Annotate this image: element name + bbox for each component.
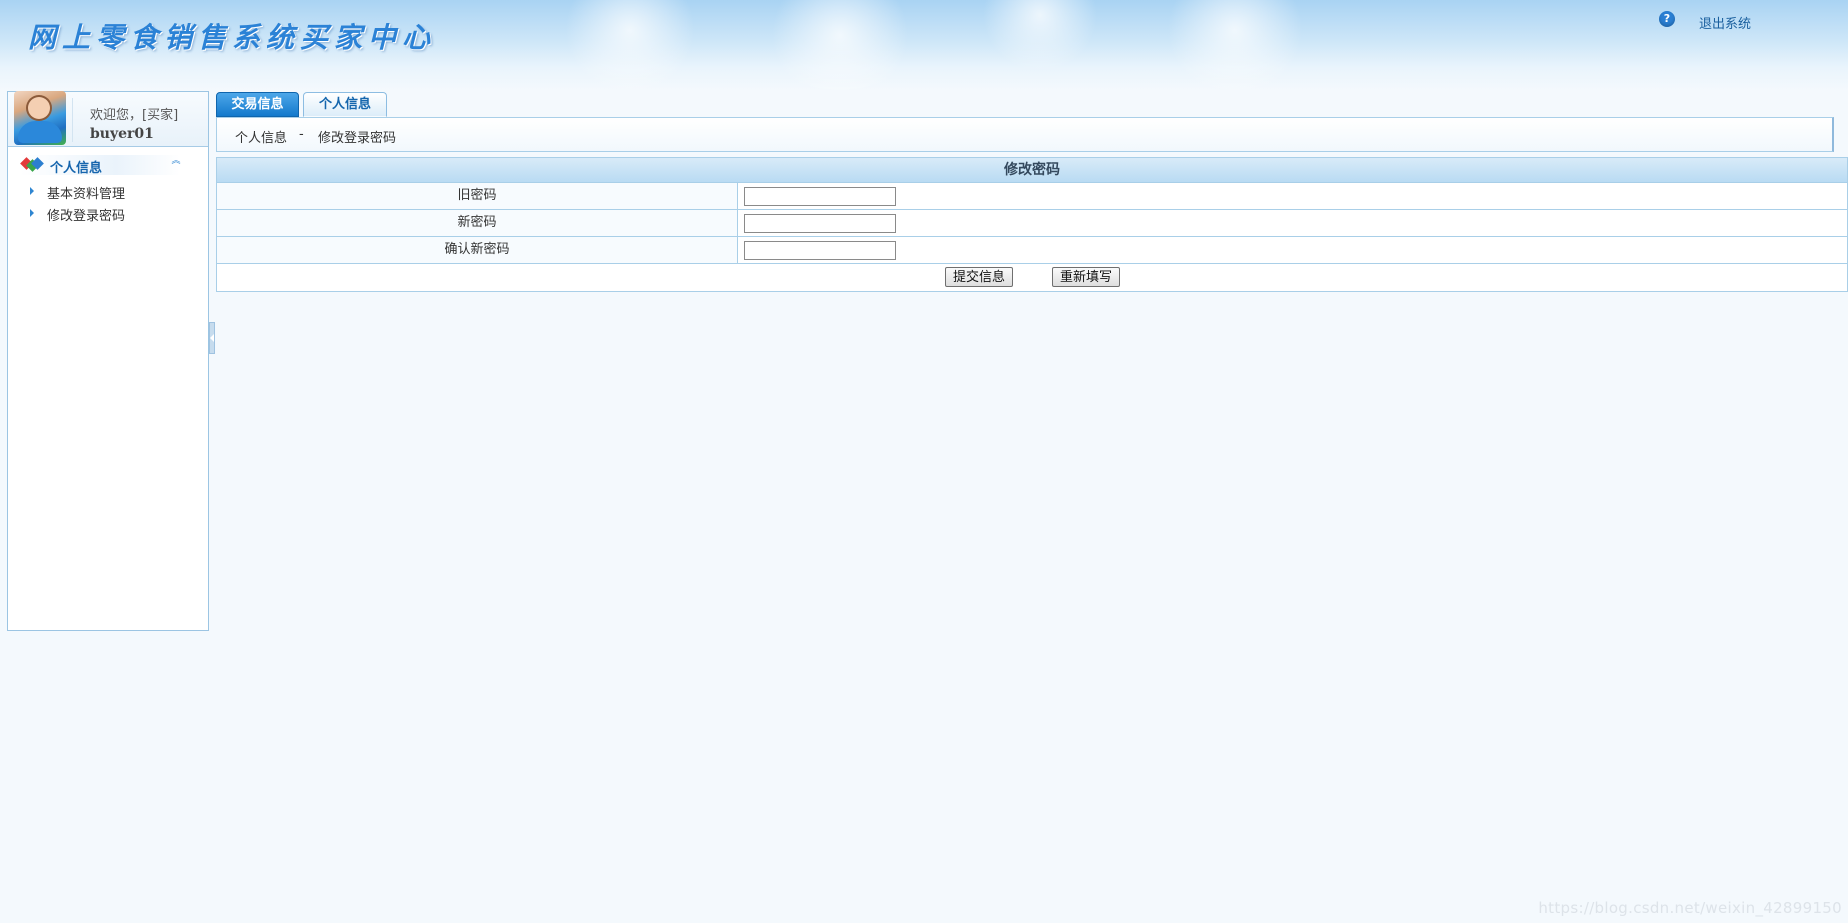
avatar	[14, 91, 66, 145]
form-row-new-password: 新密码	[217, 210, 1847, 237]
confirm-password-input[interactable]	[744, 241, 896, 260]
welcome-text: 欢迎您，[买家]	[90, 108, 179, 123]
menu-section-icon	[20, 157, 44, 172]
tab-trade-info[interactable]: 交易信息	[216, 92, 299, 117]
submit-button[interactable]: 提交信息	[945, 267, 1014, 287]
input-cell	[738, 183, 1847, 209]
header-decoration	[1160, 0, 1310, 90]
arrow-right-icon	[30, 187, 34, 195]
help-icon[interactable]: ?	[1659, 11, 1675, 27]
logout-link[interactable]: 退出系统	[1699, 13, 1751, 32]
input-cell	[738, 237, 1847, 263]
input-cell	[738, 210, 1847, 236]
header-decoration	[980, 0, 1100, 70]
header-decoration	[560, 0, 700, 90]
username: buyer01	[90, 126, 154, 142]
form-row-old-password: 旧密码	[217, 183, 1847, 210]
breadcrumb-current: 修改登录密码	[318, 131, 397, 146]
user-info-box: 欢迎您，[买家] buyer01	[8, 91, 208, 147]
sidebar-item-basic-profile[interactable]: 基本资料管理	[20, 182, 190, 202]
old-password-label: 旧密码	[217, 183, 738, 209]
form-actions: 提交信息 重新填写	[217, 264, 1847, 291]
breadcrumb-separator: -	[299, 127, 304, 142]
tab-personal-info[interactable]: 个人信息	[303, 92, 387, 117]
sidebar-section-personal-info[interactable]: 个人信息 ︽	[20, 155, 182, 176]
collapse-up-icon[interactable]: ︽	[170, 157, 182, 170]
header-banner: 网上零食销售系统买家中心 ? 退出系统	[0, 0, 1848, 90]
change-password-form: 修改密码 旧密码 新密码 确认新密码 提交信息 重新填写	[216, 157, 1848, 292]
new-password-input[interactable]	[744, 214, 896, 233]
sidebar-section-label: 个人信息	[50, 161, 103, 176]
breadcrumb: 个人信息 - 修改登录密码	[216, 117, 1834, 152]
reset-button[interactable]: 重新填写	[1052, 267, 1121, 287]
watermark-text: https://blog.csdn.net/weixin_42899150	[1538, 899, 1842, 917]
breadcrumb-parent: 个人信息	[235, 131, 288, 146]
sidebar-item-label: 基本资料管理	[47, 187, 126, 202]
confirm-password-label: 确认新密码	[217, 237, 738, 263]
form-title: 修改密码	[217, 158, 1847, 183]
divider	[72, 98, 73, 142]
sidebar: 欢迎您，[买家] buyer01 个人信息 ︽ 基本资料管理 修改登录密码	[7, 91, 209, 631]
form-row-confirm-password: 确认新密码	[217, 237, 1847, 264]
arrow-right-icon	[30, 209, 34, 217]
new-password-label: 新密码	[217, 210, 738, 236]
old-password-input[interactable]	[744, 187, 896, 206]
header-decoration	[760, 0, 920, 90]
sidebar-collapse-handle[interactable]	[209, 322, 215, 354]
app-title: 网上零食销售系统买家中心	[28, 21, 437, 54]
sidebar-item-label: 修改登录密码	[47, 209, 126, 224]
sidebar-item-change-password[interactable]: 修改登录密码	[20, 204, 190, 224]
